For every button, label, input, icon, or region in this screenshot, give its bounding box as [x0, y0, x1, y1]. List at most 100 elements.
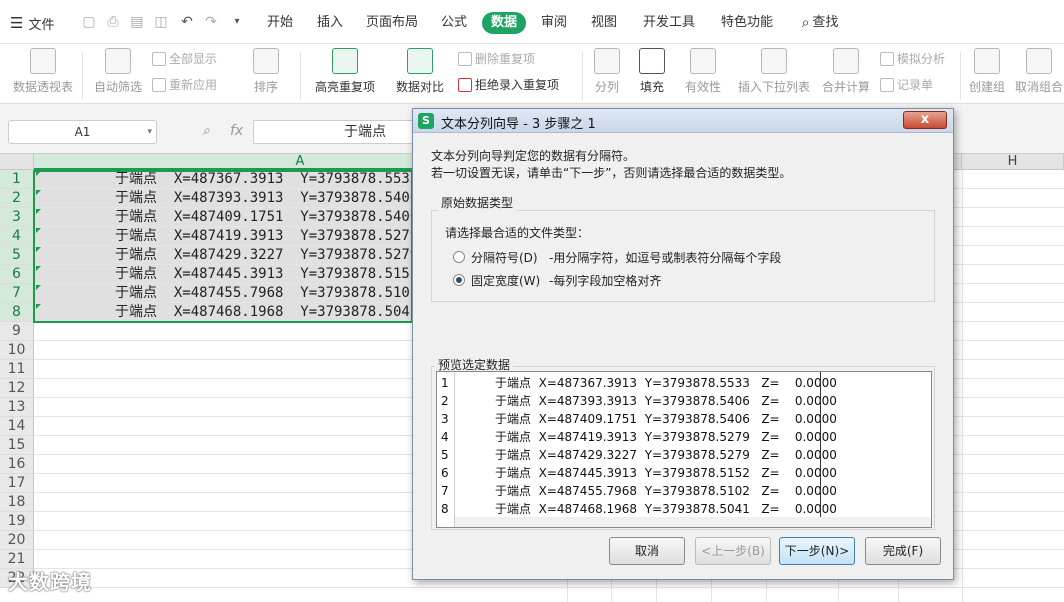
ungroup-button[interactable]: 取消组合 [1014, 48, 1064, 95]
row-header[interactable]: 18 [0, 493, 34, 512]
save-icon[interactable]: ▢ [80, 13, 98, 31]
row-header[interactable]: 15 [0, 436, 34, 455]
customize-chevron-icon[interactable]: ▾ [228, 13, 246, 31]
zoom-icon[interactable]: ⌕ [202, 123, 210, 139]
row-header[interactable]: 3 [0, 208, 34, 227]
show-all-label: 全部显示 [169, 52, 218, 66]
finish-button[interactable]: 完成(F) [865, 537, 941, 565]
row-header[interactable]: 11 [0, 360, 34, 379]
row-header[interactable]: 5 [0, 246, 34, 265]
row-header[interactable]: 14 [0, 417, 34, 436]
create-group-button[interactable]: 创建组 [966, 48, 1008, 95]
fill-down-icon [639, 48, 665, 74]
column-header-h[interactable]: H [962, 154, 1064, 170]
sort-icon [253, 48, 279, 74]
row-header[interactable]: 1 [0, 170, 34, 189]
tab-developer[interactable]: 开发工具 [636, 12, 702, 34]
fx-icon[interactable]: fx [230, 123, 243, 139]
highlight-duplicates-button[interactable]: 高亮重复项 [308, 48, 382, 95]
data-compare-button[interactable]: 数据对比 [390, 48, 450, 95]
row-header[interactable]: 17 [0, 474, 34, 493]
print-preview-icon[interactable]: ⎙ [104, 13, 122, 31]
fill-button[interactable]: 填充 [634, 48, 670, 95]
ungroup-icon [1026, 48, 1052, 74]
show-all-button[interactable]: 全部显示 [152, 50, 217, 67]
record-form-button[interactable]: 记录单 [880, 76, 933, 93]
tab-insert[interactable]: 插入 [308, 12, 352, 34]
reapply-button[interactable]: 重新应用 [152, 76, 217, 93]
name-box[interactable]: A1 ▾ [8, 120, 157, 144]
search-button[interactable]: ⌕ 查找 [792, 12, 848, 34]
previous-step-button[interactable]: <上一步(B) [695, 537, 771, 565]
pivot-table-button[interactable]: 数据透视表 [12, 48, 74, 95]
print-icon[interactable]: ▤ [128, 13, 146, 31]
column-break-line[interactable] [820, 372, 821, 517]
remove-duplicates-button[interactable]: 删除重复项 [458, 50, 535, 67]
cell-a4[interactable]: 于端点 X=487419.3913 Y=3793878.5279 [35, 227, 412, 245]
preview-row-number: 8 [441, 502, 449, 516]
close-button[interactable]: x [903, 111, 947, 129]
tab-view[interactable]: 视图 [584, 12, 624, 34]
tab-review[interactable]: 审阅 [534, 12, 574, 34]
file-menu-label: 文件 [28, 17, 55, 33]
row-header[interactable]: 19 [0, 512, 34, 531]
radio-fixed-width-label[interactable]: 固定宽度(W) [471, 272, 540, 289]
cell-a8[interactable]: 于端点 X=487468.1968 Y=3793878.5041 [35, 303, 412, 321]
row-header[interactable]: 7 [0, 284, 34, 303]
row-header[interactable]: 20 [0, 531, 34, 550]
ribbon-separator [582, 52, 583, 100]
tab-home[interactable]: 开始 [258, 12, 302, 34]
preview-pane[interactable]: 1 于端点 X=487367.3913 Y=3793878.5533 Z= 0.0… [436, 371, 932, 528]
cell-a6[interactable]: 于端点 X=487445.3913 Y=3793878.5152 [35, 265, 412, 283]
dialog-title-bar[interactable]: S 文本分列向导 - 3 步骤之 1 x [413, 109, 953, 133]
fill-label: 填充 [639, 80, 664, 94]
pivot-table-icon [30, 48, 56, 74]
row-header[interactable]: 2 [0, 189, 34, 208]
row-header[interactable]: 12 [0, 379, 34, 398]
file-menu[interactable]: ☰ 文件 [10, 12, 54, 34]
preview-row: 2 于端点 X=487393.3913 Y=3793878.5406 Z= 0.0… [437, 392, 931, 410]
search-icon: ⌕ [801, 15, 810, 31]
radio-delimited-label[interactable]: 分隔符号(D) [471, 249, 538, 266]
row-header[interactable]: 13 [0, 398, 34, 417]
select-all-corner[interactable] [0, 154, 34, 170]
row-header[interactable]: 10 [0, 341, 34, 360]
tab-page-layout[interactable]: 页面布局 [362, 12, 422, 34]
cell-a3[interactable]: 于端点 X=487409.1751 Y=3793878.5406 [35, 208, 412, 226]
chevron-down-icon[interactable]: ▾ [147, 121, 152, 143]
simulate-analysis-button[interactable]: 模拟分析 [880, 50, 945, 67]
cell-a2[interactable]: 于端点 X=487393.3913 Y=3793878.5406 [35, 189, 412, 207]
reject-duplicates-button[interactable]: 拒绝录入重复项 [458, 76, 559, 93]
error-indicator-icon [36, 190, 41, 195]
row-header[interactable]: 9 [0, 322, 34, 341]
row-header[interactable]: 8 [0, 303, 34, 322]
export-icon[interactable]: ◫ [152, 13, 170, 31]
row-header[interactable]: 6 [0, 265, 34, 284]
preview-horizontal-scrollbar[interactable] [455, 517, 931, 527]
tab-special[interactable]: 特色功能 [714, 12, 780, 34]
next-step-button[interactable]: 下一步(N)> [779, 537, 855, 565]
validity-button[interactable]: 有效性 [680, 48, 726, 95]
preview-row-number: 1 [441, 376, 449, 390]
sort-button[interactable]: 排序 [240, 48, 292, 95]
auto-filter-button[interactable]: 自动筛选 [92, 48, 144, 95]
undo-icon[interactable]: ↶ [178, 13, 196, 31]
cell-a1[interactable]: 于端点 X=487367.3913 Y=3793878.5533 [35, 170, 412, 188]
error-indicator-icon [36, 209, 41, 214]
tab-formula[interactable]: 公式 [432, 12, 476, 34]
split-column-button[interactable]: 分列 [590, 48, 624, 95]
row-header[interactable]: 4 [0, 227, 34, 246]
cancel-button[interactable]: 取消 [609, 537, 685, 565]
cell-a5[interactable]: 于端点 X=487429.3227 Y=3793878.5279 [35, 246, 412, 264]
dropdown-list-icon [761, 48, 787, 74]
radio-delimited[interactable] [453, 251, 465, 263]
row-header[interactable]: 16 [0, 455, 34, 474]
text-to-columns-dialog: S 文本分列向导 - 3 步骤之 1 x 文本分列向导判定您的数据有分隔符。 若… [412, 108, 954, 580]
redo-icon[interactable]: ↷ [202, 13, 220, 31]
merge-calc-icon [833, 48, 859, 74]
cell-a7[interactable]: 于端点 X=487455.7968 Y=3793878.5102 [35, 284, 412, 302]
radio-fixed-width[interactable] [453, 274, 465, 286]
tab-data[interactable]: 数据 [482, 12, 526, 34]
insert-dropdown-list-button[interactable]: 插入下拉列表 [736, 48, 812, 95]
merge-calc-button[interactable]: 合并计算 [820, 48, 872, 95]
